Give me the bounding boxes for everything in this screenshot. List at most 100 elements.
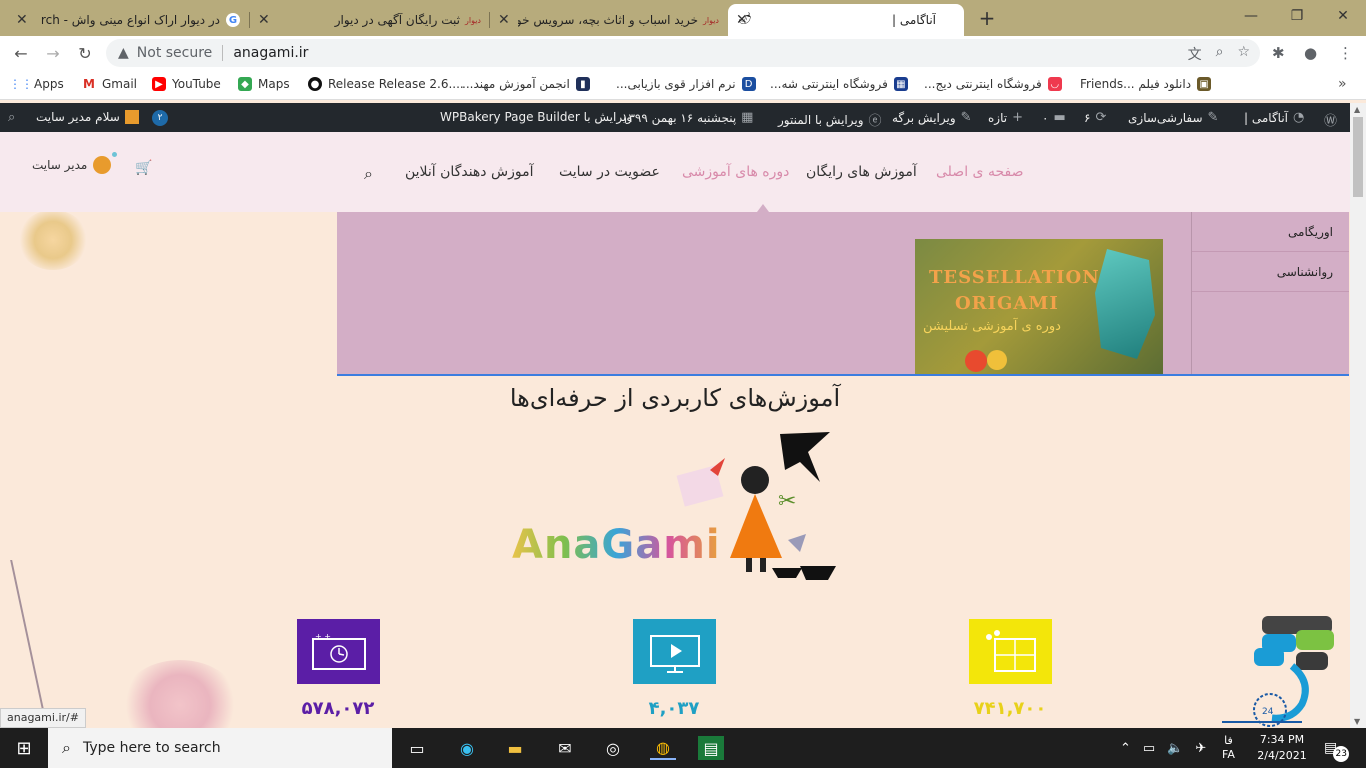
scroll-down-icon[interactable]: ▼ xyxy=(1354,717,1360,726)
cart-icon[interactable]: 🛒 xyxy=(135,160,152,176)
bookmark-maps[interactable]: ◆ Maps xyxy=(238,77,290,91)
bookmarks-bar: ⋮⋮ Apps M Gmail ▶ YouTube ◆ Maps ● Relea… xyxy=(0,70,1366,100)
new-tab-button[interactable]: + xyxy=(975,6,999,30)
wp-updates[interactable]: ⟳ ۶ xyxy=(1084,110,1106,125)
bookmark-label: Apps xyxy=(34,77,64,91)
reload-button[interactable]: ↻ xyxy=(74,42,96,64)
wp-comments[interactable]: ▬ ۰ xyxy=(1042,110,1066,125)
menu-caret xyxy=(757,204,769,212)
bookmark-forum[interactable]: ▮ انجمن آموزش مهند... xyxy=(462,77,590,91)
origami-boat-icon xyxy=(772,568,802,578)
wp-badge[interactable]: ۲ xyxy=(152,110,168,126)
search-icon[interactable]: ⌕ xyxy=(8,110,15,125)
app-icon[interactable]: ▤ xyxy=(698,736,724,760)
profile-icon[interactable]: ● xyxy=(1304,44,1317,62)
monitor-clock-icon: + + xyxy=(311,632,366,670)
nav-membership[interactable]: عضویت در سایت xyxy=(559,164,660,180)
menu-dots-icon[interactable]: ⋮ xyxy=(1338,44,1353,62)
minimize-button[interactable]: — xyxy=(1228,0,1274,32)
wp-updates-count: ۶ xyxy=(1084,110,1091,125)
battery-icon[interactable]: ▭ xyxy=(1143,741,1155,756)
bookmark-recovery[interactable]: D نرم افزار قوی بازیابی... xyxy=(616,77,756,91)
wp-site-label: آناگامی | xyxy=(1244,110,1288,125)
nav-online-instructors[interactable]: آموزش دهندگان آنلاین xyxy=(405,164,533,180)
search-icon[interactable]: ⌕ xyxy=(364,164,373,184)
close-icon[interactable]: ✕ xyxy=(16,12,28,28)
notifications-button[interactable]: ▤ 23 xyxy=(1324,728,1350,768)
language-indicator[interactable]: فا FA xyxy=(1222,728,1235,768)
bookmark-shop[interactable]: ▦ فروشگاه اینترنتی شه... xyxy=(770,77,908,91)
bookmark-youtube[interactable]: ▶ YouTube xyxy=(152,77,221,91)
bookmark-github[interactable]: ● Release Release 2.6.... xyxy=(308,77,464,91)
omnibox[interactable]: ▲ Not secure anagami.ir 文 ⌕ ☆ xyxy=(106,39,1260,67)
dropdown-item-origami[interactable]: اوریگامی xyxy=(1192,212,1349,252)
url-text[interactable]: anagami.ir xyxy=(233,45,308,61)
tab-anagami[interactable]: آناگامی | ✕ xyxy=(728,4,964,36)
wp-greeting: سلام مدیر سایت xyxy=(36,110,120,124)
star-icon[interactable]: ☆ xyxy=(1237,44,1250,64)
chrome-icon[interactable]: ◍ xyxy=(650,736,676,760)
tab-divar-search[interactable]: G در دیوار اراک انواع مینی واش - rch ✕ xyxy=(8,4,248,36)
airplane-icon[interactable]: ✈ xyxy=(1195,741,1206,756)
scroll-up-icon[interactable]: ▲ xyxy=(1354,105,1360,114)
wp-customize-label: سفارشی‌سازی xyxy=(1128,110,1203,125)
nav-home[interactable]: صفحه ی اصلی xyxy=(936,164,1023,180)
wp-wpbakery[interactable]: ویرایش با WPBakery Page Builder xyxy=(440,110,632,124)
forward-button[interactable]: → xyxy=(42,42,64,64)
nav-free-tutorials[interactable]: آموزش های رایگان xyxy=(806,164,917,180)
zoom-icon[interactable]: ⌕ xyxy=(1216,44,1224,64)
scrollbar-thumb[interactable] xyxy=(1353,117,1363,197)
wordpress-icon[interactable]: Ⓦ xyxy=(1324,110,1337,129)
tab-divar-post[interactable]: دیوار ثبت رایگان آگهی در دیوار ✕ xyxy=(250,4,488,36)
bookmark-apps[interactable]: ⋮⋮ Apps xyxy=(9,77,64,91)
wp-site-name[interactable]: ◔ آناگامی | xyxy=(1244,110,1304,125)
bookmark-gmail[interactable]: M Gmail xyxy=(82,77,137,91)
wp-customize[interactable]: ✎ سفارشی‌سازی xyxy=(1128,110,1218,125)
wp-my-account[interactable]: سلام مدیر سایت xyxy=(36,110,139,124)
user-menu[interactable]: مدیر سایت xyxy=(32,152,118,174)
bookmark-label: Maps xyxy=(258,77,290,91)
more-bookmarks-icon[interactable]: » xyxy=(1338,76,1347,92)
volume-icon[interactable]: 🔈 xyxy=(1167,741,1183,756)
support-widget[interactable]: 24 xyxy=(1222,612,1336,728)
edge-icon[interactable]: ◉ xyxy=(454,736,480,760)
wp-edit-elementor-label: ویرایش با المنتور xyxy=(778,112,864,127)
task-view-icon[interactable]: ▭ xyxy=(404,736,430,760)
nav-courses[interactable]: دوره های آموزشی xyxy=(682,164,789,180)
tab-divar-baby[interactable]: دیوار خرید اسباب و اثاث بچه، سرویس خو ✕ xyxy=(490,4,726,36)
course-promo-banner[interactable]: TESSELLATION ORIGAMI دوره ی آموزشی تسلیش… xyxy=(915,239,1163,374)
girl-dress xyxy=(730,494,782,558)
back-button[interactable]: ← xyxy=(10,42,32,64)
dropdown-category-list: اوریگامی روانشناسی xyxy=(1191,212,1349,374)
wp-edit-elementor[interactable]: ⓔ ویرایش با المنتور xyxy=(778,110,882,130)
close-icon[interactable]: ✕ xyxy=(258,12,270,28)
chevron-up-icon[interactable]: ⌃ xyxy=(1120,741,1131,756)
github-icon: ● xyxy=(308,77,322,91)
close-window-button[interactable]: ✕ xyxy=(1320,0,1366,32)
reload-icon: ↻ xyxy=(78,43,92,63)
taskbar-clock[interactable]: 7:34 PM 2/4/2021 xyxy=(1254,732,1310,764)
elementor-icon: ⓔ xyxy=(868,114,882,129)
wp-new[interactable]: + تازه xyxy=(988,110,1023,125)
youtube-icon: ▶ xyxy=(152,77,166,91)
start-button[interactable]: ⊞ xyxy=(0,728,48,768)
lang-fa-code: FA xyxy=(1222,748,1235,761)
origami-bird-icon xyxy=(780,432,830,482)
google-icon: G xyxy=(226,13,240,27)
page-scrollbar[interactable]: ▲ ▼ xyxy=(1350,103,1366,728)
dropdown-item-psychology[interactable]: روانشناسی xyxy=(1192,252,1349,292)
bookmark-digikala[interactable]: ◡ فروشگاه اینترنتی دیج... xyxy=(924,77,1062,91)
translate-icon[interactable]: 文 xyxy=(1188,44,1202,64)
extensions-icon[interactable]: ✱ xyxy=(1272,44,1285,62)
file-explorer-icon[interactable]: ▬ xyxy=(502,736,528,760)
taskbar-search[interactable]: ⌕ Type here to search xyxy=(48,728,392,768)
wp-edit-page[interactable]: ✎ ویرایش برگه xyxy=(892,110,972,125)
girl-head xyxy=(741,466,769,494)
close-icon[interactable]: ✕ xyxy=(498,12,510,28)
bookmark-film[interactable]: ▣ دانلود فیلم ...Friends xyxy=(1080,77,1212,91)
divar-icon: دیوار xyxy=(702,15,719,25)
media-icon[interactable]: ◎ xyxy=(600,736,626,760)
maximize-button[interactable]: ❐ xyxy=(1274,0,1320,32)
mail-icon[interactable]: ✉ xyxy=(552,736,578,760)
address-toolbar: ← → ↻ ▲ Not secure anagami.ir 文 ⌕ ☆ ✱ ● … xyxy=(0,36,1366,70)
